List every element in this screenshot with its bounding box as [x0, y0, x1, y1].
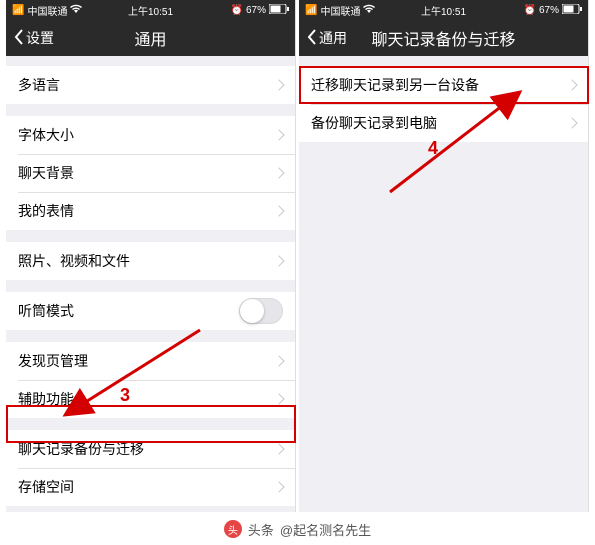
carrier-label: 中国联通 — [320, 3, 360, 18]
switch-toggle[interactable] — [239, 298, 283, 324]
footer-watermark: 头 头条 @起名测名先生 — [0, 517, 595, 541]
wifi-icon — [363, 4, 375, 17]
chevron-right-icon — [273, 255, 284, 266]
chevron-right-icon — [273, 167, 284, 178]
status-bar: 📶 中国联通 上午10:51 ⏰ 67% — [6, 0, 295, 20]
alarm-icon: ⏰ — [231, 5, 243, 16]
nav-bar: 通用 聊天记录备份与迁移 — [299, 20, 588, 56]
cell-migrate-device[interactable]: 迁移聊天记录到另一台设备 — [299, 66, 588, 104]
cell-label: 照片、视频和文件 — [18, 251, 130, 271]
battery-icon — [269, 4, 289, 17]
wifi-icon — [70, 4, 82, 17]
back-label: 设置 — [26, 28, 54, 48]
cell-label: 我的表情 — [18, 201, 74, 221]
cell-earpiece-mode[interactable]: 听筒模式 — [6, 292, 295, 330]
carrier-label: 中国联通 — [27, 3, 67, 18]
cell-backup-computer[interactable]: 备份聊天记录到电脑 — [299, 104, 588, 142]
chevron-right-icon — [273, 205, 284, 216]
chevron-right-icon — [273, 355, 284, 366]
phone-right: 📶 中国联通 上午10:51 ⏰ 67% 通用 — [299, 0, 589, 512]
footer-brand: 头条 — [248, 520, 274, 539]
chevron-right-icon — [273, 443, 284, 454]
cell-label: 迁移聊天记录到另一台设备 — [311, 75, 479, 95]
cell-label: 多语言 — [18, 75, 60, 95]
cell-label: 字体大小 — [18, 125, 74, 145]
back-label: 通用 — [319, 28, 347, 48]
cell-chat-background[interactable]: 聊天背景 — [6, 154, 295, 192]
chevron-right-icon — [566, 79, 577, 90]
cell-font-size[interactable]: 字体大小 — [6, 116, 295, 154]
battery-pct: 67% — [246, 5, 266, 16]
cell-label: 辅助功能 — [18, 389, 74, 409]
cell-storage[interactable]: 存储空间 — [6, 468, 295, 506]
status-bar: 📶 中国联通 上午10:51 ⏰ 67% — [299, 0, 588, 20]
callout-number-4: 4 — [428, 138, 438, 159]
cell-label: 发现页管理 — [18, 351, 88, 371]
cell-accessibility[interactable]: 辅助功能 — [6, 380, 295, 418]
chevron-right-icon — [273, 129, 284, 140]
chevron-left-icon — [307, 29, 317, 48]
cell-label: 聊天背景 — [18, 163, 74, 183]
chevron-right-icon — [273, 393, 284, 404]
chevron-right-icon — [566, 117, 577, 128]
back-button[interactable]: 通用 — [299, 28, 355, 48]
chevron-right-icon — [273, 79, 284, 90]
cell-stickers[interactable]: 我的表情 — [6, 192, 295, 230]
nav-bar: 设置 通用 — [6, 20, 295, 56]
cell-label: 听筒模式 — [18, 301, 74, 321]
cell-label: 聊天记录备份与迁移 — [18, 439, 144, 459]
cell-media-files[interactable]: 照片、视频和文件 — [6, 242, 295, 280]
chevron-right-icon — [273, 481, 284, 492]
phone-left: 📶 中国联通 上午10:51 ⏰ 67% 设置 — [6, 0, 296, 512]
chevron-left-icon — [14, 29, 24, 48]
signal-icon: 📶 — [12, 5, 24, 16]
footer-author: @起名测名先生 — [280, 520, 371, 539]
battery-icon — [562, 4, 582, 17]
back-button[interactable]: 设置 — [6, 28, 62, 48]
callout-number-3: 3 — [120, 385, 130, 406]
cell-language[interactable]: 多语言 — [6, 66, 295, 104]
alarm-icon: ⏰ — [524, 5, 536, 16]
cell-discover-manage[interactable]: 发现页管理 — [6, 342, 295, 380]
cell-chat-backup-migrate[interactable]: 聊天记录备份与迁移 — [6, 430, 295, 468]
signal-icon: 📶 — [305, 5, 317, 16]
battery-pct: 67% — [539, 5, 559, 16]
cell-label: 存储空间 — [18, 477, 74, 497]
toutiao-logo-icon: 头 — [224, 520, 242, 538]
cell-label: 备份聊天记录到电脑 — [311, 113, 437, 133]
